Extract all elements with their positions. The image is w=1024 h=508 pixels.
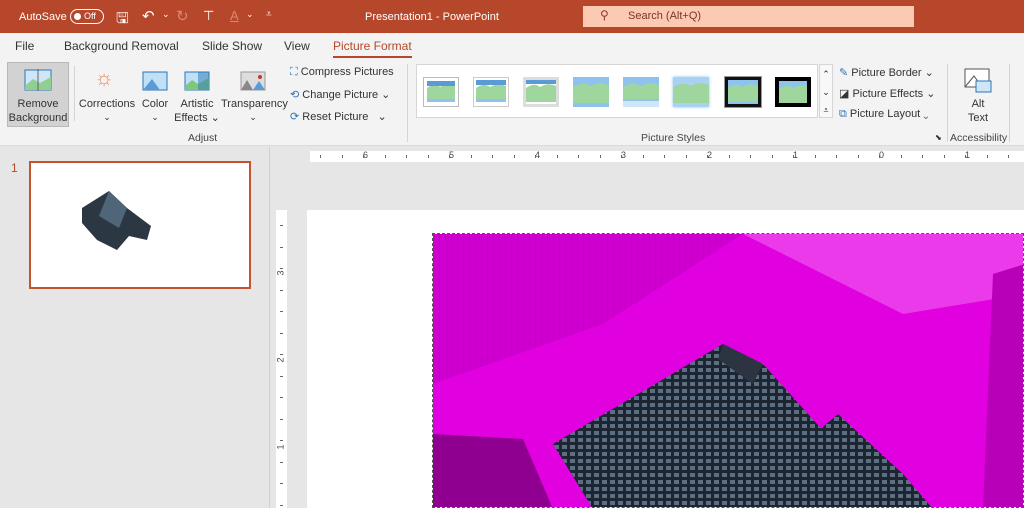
picture-style-5[interactable]	[623, 77, 659, 107]
remove-background-icon	[24, 69, 52, 91]
adjust-group-label: Adjust	[188, 132, 218, 144]
chevron-down-icon: ⌄	[151, 112, 159, 122]
search-input[interactable]: ⚲ Search (Alt+Q)	[583, 6, 914, 27]
change-picture-button[interactable]: ⟲ Change Picture ⌄	[290, 88, 390, 101]
vertical-ruler: 3 2 1	[276, 210, 287, 508]
picture-style-2[interactable]	[473, 77, 509, 107]
ruler-tick-label: 1	[275, 444, 286, 450]
gallery-scroll[interactable]: ⌃ ⌄ ⩡	[819, 64, 833, 118]
thumbnail-image	[82, 191, 151, 250]
picture-effects-button[interactable]: ◪ Picture Effects ⌄	[839, 87, 935, 100]
alt-text-icon	[964, 68, 992, 93]
undo-icon[interactable]: ↶	[142, 7, 155, 25]
picture-styles-group-label: Picture Styles	[641, 132, 706, 144]
picture-style-3[interactable]	[523, 77, 559, 107]
chevron-down-icon: ⌄	[249, 112, 257, 122]
redo-icon[interactable]: ↻	[176, 7, 189, 25]
color-button[interactable]: Color ⌄	[138, 62, 172, 128]
picture-style-6[interactable]	[673, 77, 709, 107]
scroll-up-icon[interactable]: ⌃	[820, 65, 832, 83]
present-icon[interactable]: ⊤	[203, 8, 214, 24]
tab-slide-show[interactable]: Slide Show	[202, 39, 262, 53]
picture-style-1[interactable]	[423, 77, 459, 107]
ruler-tick-label: 3	[275, 270, 286, 276]
tab-view[interactable]: View	[284, 39, 310, 53]
tab-background-removal[interactable]: Background Removal	[64, 39, 179, 53]
accessibility-group-label: Accessibility	[950, 132, 1008, 144]
dialog-launcher-icon[interactable]: ⬊	[935, 133, 942, 142]
artistic-effects-icon	[184, 71, 210, 91]
ruler-tick-label: 2	[275, 357, 286, 363]
picture-style-4[interactable]	[573, 77, 609, 107]
picture-styles-gallery	[416, 64, 818, 118]
slide-thumbnails-panel: 1	[0, 147, 270, 508]
undo-dropdown-icon[interactable]: ⌄	[162, 9, 170, 20]
scroll-down-icon[interactable]: ⌄	[820, 83, 832, 101]
effects-icon: ◪	[839, 88, 850, 100]
sun-icon: ☼	[94, 65, 115, 90]
save-icon[interactable]: 🖫	[116, 8, 129, 33]
customize-toolbar-icon[interactable]: ⩡	[266, 9, 272, 20]
layout-icon: ⧉	[839, 108, 847, 120]
reset-picture-button[interactable]: ⟳ Reset Picture ⌄	[290, 110, 387, 123]
ribbon-tabs: File Background Removal Slide Show View …	[0, 33, 1024, 58]
alt-text-button[interactable]: Alt Text	[955, 64, 1001, 126]
picture-layout-button[interactable]: ⧉ Picture Layout ⌄	[839, 108, 929, 121]
building-image	[433, 234, 1023, 507]
slide-thumbnail-1[interactable]	[29, 161, 251, 289]
selected-picture[interactable]	[432, 233, 1024, 508]
tab-picture-format[interactable]: Picture Format	[333, 39, 412, 58]
remove-background-button[interactable]: Remove Background	[7, 62, 69, 127]
ribbon: Remove Background ☼ Corrections ⌄ Color ⌄…	[0, 58, 1024, 146]
color-icon	[142, 71, 168, 91]
search-icon: ⚲	[600, 8, 609, 22]
font-color-icon[interactable]: A	[230, 8, 239, 23]
artistic-effects-button[interactable]: Artistic Effects ⌄	[174, 62, 220, 128]
horizontal-ruler: 65432101	[310, 150, 1024, 162]
title-bar: AutoSave Off 🖫 ↶ ⌄ ↻ ⊤ A ⌄ ⩡ Presentatio…	[0, 0, 1024, 33]
chevron-down-icon[interactable]: ⌄	[246, 9, 254, 20]
picture-style-7[interactable]	[724, 76, 762, 108]
autosave-label: AutoSave	[19, 11, 67, 23]
slide-number: 1	[11, 161, 18, 175]
change-picture-icon: ⟲	[290, 89, 300, 101]
corrections-button[interactable]: ☼ Corrections ⌄	[78, 62, 136, 128]
autosave-toggle[interactable]: Off	[70, 9, 104, 24]
transparency-button[interactable]: Transparency ⌄	[221, 62, 288, 128]
gallery-more-icon[interactable]: ⩡	[820, 101, 832, 119]
chevron-down-icon: ⌄	[103, 112, 111, 122]
compress-icon: ⛶	[290, 66, 298, 78]
window-title: Presentation1 - PowerPoint	[365, 11, 499, 23]
reset-picture-icon: ⟳	[290, 111, 300, 123]
pen-icon: ✎	[839, 67, 849, 79]
picture-border-button[interactable]: ✎ Picture Border ⌄	[839, 66, 934, 79]
picture-style-8[interactable]	[775, 77, 811, 107]
compress-pictures-button[interactable]: ⛶ Compress Pictures	[290, 66, 394, 79]
slide-canvas	[307, 210, 1024, 508]
tab-file[interactable]: File	[15, 39, 34, 53]
transparency-icon	[240, 71, 266, 91]
